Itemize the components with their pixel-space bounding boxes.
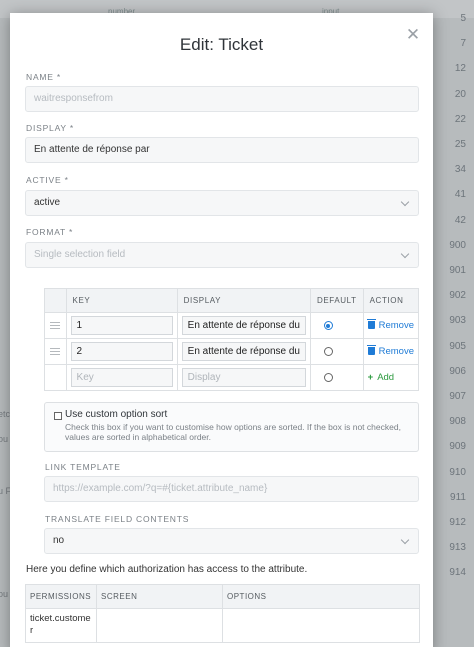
action-col-header: ACTION xyxy=(362,288,420,313)
permission-name: ticket.custome r xyxy=(25,608,97,643)
option-key-input[interactable]: 1 xyxy=(70,316,173,335)
new-option-row: Key Display + Add xyxy=(44,364,420,391)
new-option-default-radio[interactable] xyxy=(323,373,333,382)
close-icon[interactable]: ✕ xyxy=(404,26,422,44)
option-row: 2 En attente de réponse du Remove xyxy=(44,338,420,365)
modal-title: Edit: Ticket xyxy=(179,35,264,54)
drag-handle-icon[interactable] xyxy=(50,322,61,329)
plus-icon: + xyxy=(367,372,374,383)
options-table: KEY DISPLAY DEFAULT ACTION 1 En attente … xyxy=(44,288,420,391)
drag-col-header xyxy=(44,288,67,313)
remove-label: Remove xyxy=(378,320,414,331)
display-input[interactable]: En attente de réponse par xyxy=(25,137,419,163)
trash-icon xyxy=(366,345,376,355)
link-template-input[interactable]: https://example.com/?q=#{ticket.attribut… xyxy=(44,476,419,502)
permissions-intro: Here you define which authorization has … xyxy=(26,564,308,575)
remove-label: Remove xyxy=(378,346,414,357)
permissions-col-header: PERMISSIONS xyxy=(25,584,97,609)
new-key-input[interactable]: Key xyxy=(70,368,173,387)
active-label: ACTIVE * xyxy=(26,175,69,185)
display-col-header: DISPLAY xyxy=(176,288,311,313)
option-row: 1 En attente de réponse du Remove xyxy=(44,312,420,339)
option-default-radio[interactable] xyxy=(323,321,333,330)
remove-option-button[interactable]: Remove xyxy=(366,345,414,357)
new-display-input[interactable]: Display xyxy=(181,368,306,387)
format-label: FORMAT * xyxy=(26,227,74,237)
add-label: Add xyxy=(377,372,395,383)
name-label: NAME * xyxy=(26,72,62,82)
permission-options xyxy=(222,608,420,643)
custom-sort-label: Use custom option sort xyxy=(65,409,168,420)
edit-attribute-modal: Edit: Ticket ✕ NAME * waitresponsefrom D… xyxy=(10,13,433,647)
trash-icon xyxy=(366,319,376,329)
translate-select[interactable]: no xyxy=(44,528,419,554)
key-col-header: KEY xyxy=(65,288,178,313)
drag-handle-icon[interactable] xyxy=(50,348,61,355)
format-select[interactable]: Single selection field xyxy=(25,242,419,268)
option-key-input[interactable]: 2 xyxy=(70,342,173,361)
custom-sort-description: Check this box if you want to customise … xyxy=(65,422,401,442)
screen-col-header: SCREEN xyxy=(96,584,223,609)
custom-sort-box: Use custom option sort Check this box if… xyxy=(44,402,419,452)
add-option-button[interactable]: + Add xyxy=(368,372,394,383)
remove-option-button[interactable]: Remove xyxy=(366,319,414,331)
option-display-input[interactable]: En attente de réponse du xyxy=(181,342,306,361)
link-template-label: LINK TEMPLATE xyxy=(45,462,121,472)
translate-label: TRANSLATE FIELD CONTENTS xyxy=(45,514,190,524)
default-col-header: DEFAULT xyxy=(309,288,364,313)
active-select[interactable]: active xyxy=(25,190,419,216)
options-col-header: OPTIONS xyxy=(222,584,420,609)
option-default-radio[interactable] xyxy=(323,347,333,356)
custom-sort-checkbox[interactable] xyxy=(54,412,62,420)
permission-row: ticket.custome r xyxy=(25,608,420,643)
option-display-input[interactable]: En attente de réponse du xyxy=(181,316,306,335)
options-table-header: KEY DISPLAY DEFAULT ACTION xyxy=(44,288,420,313)
name-input[interactable]: waitresponsefrom xyxy=(25,86,419,112)
permissions-header: PERMISSIONS SCREEN OPTIONS xyxy=(25,584,420,609)
permission-screen xyxy=(96,608,223,643)
permissions-table: PERMISSIONS SCREEN OPTIONS ticket.custom… xyxy=(25,584,420,643)
display-label: DISPLAY * xyxy=(26,123,74,133)
